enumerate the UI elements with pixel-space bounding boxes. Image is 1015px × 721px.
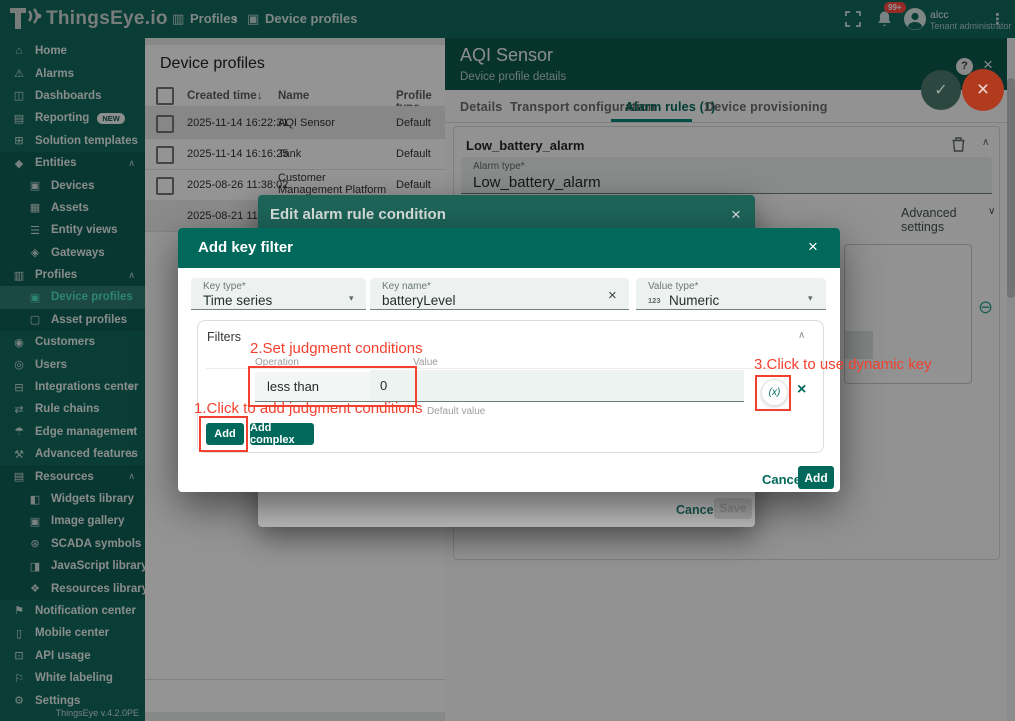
annotation-step1: 1.Click to add judgment conditions xyxy=(194,400,422,417)
annotation-box-dynamic-key xyxy=(755,375,791,411)
dropdown-caret-icon: ▾ xyxy=(808,293,813,304)
check-icon: ✓ xyxy=(934,80,947,100)
default-value-hint: Default value xyxy=(427,406,485,417)
clear-key-name-icon[interactable]: × xyxy=(608,287,617,304)
app-root: ThingsEye.io ▥ Profiles › ▣ Device profi… xyxy=(0,0,1015,721)
close-modal-icon[interactable]: × xyxy=(808,238,818,255)
annotation-step3: 3.Click to use dynamic key xyxy=(754,356,932,373)
modal-header: Add key filter × xyxy=(178,228,840,268)
modal-title: Add key filter xyxy=(198,239,293,256)
apply-changes-fab[interactable]: ✓ xyxy=(921,70,961,110)
add-complex-button[interactable]: Add complex xyxy=(250,423,314,445)
numeric-type-icon: 123 xyxy=(648,296,661,305)
add-button[interactable]: Add xyxy=(798,466,834,489)
remove-filter-icon[interactable]: × xyxy=(797,381,806,399)
filters-title: Filters xyxy=(207,330,241,344)
collapse-filters-icon[interactable]: ∧ xyxy=(798,330,805,341)
value-type-select[interactable]: Value type* 123 Numeric ▾ xyxy=(636,278,826,310)
cancel-button[interactable]: Cancel xyxy=(676,503,717,517)
save-button-disabled[interactable]: Save xyxy=(714,498,752,519)
key-name-value: batteryLevel xyxy=(382,293,456,308)
key-type-label: Key type* xyxy=(203,281,246,292)
annotation-box-add xyxy=(199,416,248,452)
key-type-select[interactable]: Key type* Time series ▾ xyxy=(191,278,366,310)
key-type-value: Time series xyxy=(203,293,272,308)
modal-title: Edit alarm rule condition xyxy=(270,206,446,223)
discard-changes-fab[interactable]: × xyxy=(962,69,1004,111)
add-key-filter-modal: Add key filter × Key type* Time series ▾… xyxy=(178,228,840,492)
close-modal-icon[interactable]: × xyxy=(731,206,741,223)
key-name-input[interactable]: Key name* batteryLevel × xyxy=(370,278,629,310)
value-input[interactable]: 0 xyxy=(370,370,744,402)
close-icon: × xyxy=(977,78,989,102)
value-type-value: Numeric xyxy=(669,293,719,308)
value-type-label: Value type* xyxy=(648,281,698,292)
key-name-label: Key name* xyxy=(382,281,431,292)
dropdown-caret-icon: ▾ xyxy=(349,293,354,304)
annotation-step2: 2.Set judgment conditions xyxy=(250,340,423,357)
